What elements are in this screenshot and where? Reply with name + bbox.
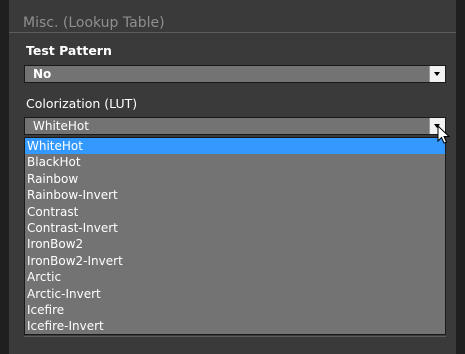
test-pattern-label: Test Pattern xyxy=(26,43,112,58)
colorization-option[interactable]: Arctic-Invert xyxy=(25,286,445,302)
colorization-option[interactable]: WhiteHot xyxy=(25,138,445,155)
colorization-options-list[interactable]: WhiteHot BlackHot Rainbow Rainbow-Invert… xyxy=(24,137,446,335)
colorization-label: Colorization (LUT) xyxy=(26,96,138,111)
section-header: Misc. (Lookup Table) xyxy=(9,14,456,33)
colorization-option[interactable]: Icefire-Invert xyxy=(25,318,445,334)
test-pattern-value: No xyxy=(33,67,52,81)
colorization-select[interactable]: WhiteHot xyxy=(24,117,446,135)
colorization-option[interactable]: Rainbow-Invert xyxy=(25,187,445,203)
colorization-value: WhiteHot xyxy=(33,119,89,133)
colorization-option[interactable]: Contrast-Invert xyxy=(25,220,445,236)
colorization-option[interactable]: Contrast xyxy=(25,204,445,220)
chevron-down-icon xyxy=(434,72,440,76)
colorization-option[interactable]: BlackHot xyxy=(25,154,445,170)
test-pattern-select[interactable]: No xyxy=(24,65,446,83)
colorization-option[interactable]: Rainbow xyxy=(25,171,445,187)
colorization-option[interactable]: IronBow2-Invert xyxy=(25,253,445,269)
section-title: Misc. (Lookup Table) xyxy=(23,15,165,31)
colorization-option[interactable]: Arctic xyxy=(25,269,445,285)
colorization-option[interactable]: Icefire xyxy=(25,302,445,318)
mouse-pointer-icon xyxy=(437,125,451,144)
colorization-option[interactable]: IronBow2 xyxy=(25,236,445,252)
test-pattern-dropdown-button[interactable] xyxy=(429,66,445,82)
divider xyxy=(24,336,446,337)
